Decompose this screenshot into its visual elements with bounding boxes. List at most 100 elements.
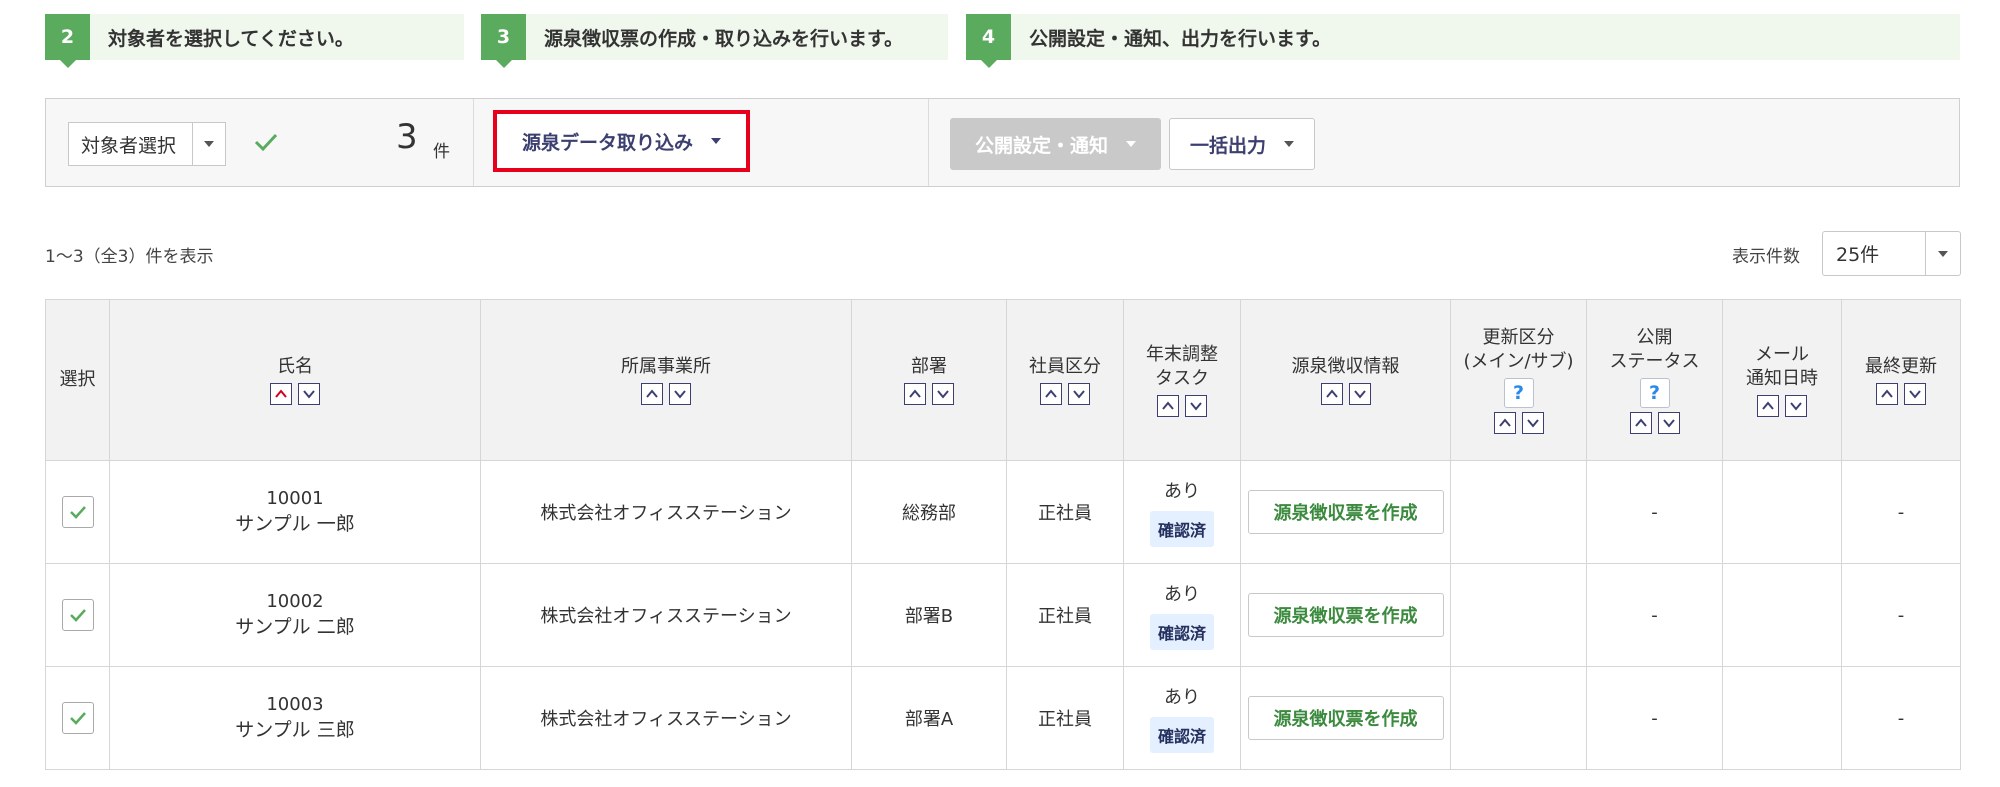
sort-desc-icon[interactable] [1068,383,1090,405]
employee-name: サンプル 三郎 [235,719,355,741]
sort-controls [1124,395,1240,417]
last-update-cell: - [1841,460,1961,564]
import-button-label: 源泉データ取り込み [521,131,693,154]
sort-desc-icon[interactable] [1521,412,1544,434]
sort-desc-icon[interactable] [1785,395,1807,417]
office-cell: 株式会社オフィスステーション [480,666,852,770]
sort-controls [1842,383,1960,405]
sort-controls [481,383,851,405]
per-page-select[interactable]: 25件 [1822,231,1961,276]
row-checkbox[interactable] [61,599,94,631]
public-status-cell: - [1586,563,1723,667]
step-label: 公開設定・通知、出力を行います。 [1029,27,1332,50]
select-cell [45,666,110,770]
chevron-down-icon[interactable] [192,123,225,165]
sort-controls [1241,383,1450,405]
create-withholding-button[interactable]: 源泉徴収票を作成 [1247,593,1444,637]
sort-asc-icon[interactable] [641,383,663,405]
create-withholding-button[interactable]: 源泉徴収票を作成 [1247,696,1444,740]
yearend-task-cell: あり 確認済 [1123,460,1241,564]
header-withholding: 源泉徴収情報 [1240,299,1451,461]
sort-asc-icon[interactable] [1493,412,1516,434]
emp-type-cell: 正社員 [1006,460,1124,564]
sort-desc-icon[interactable] [1348,383,1371,405]
update-type-cell [1450,666,1587,770]
office-cell: 株式会社オフィスステーション [480,563,852,667]
withholding-cell: 源泉徴収票を作成 [1240,460,1451,564]
header-update-type: 更新区分 (メイン/サブ) ? [1450,299,1587,461]
office-cell: 株式会社オフィスステーション [480,460,852,564]
name-cell: 10002 サンプル 二郎 [109,563,481,667]
table-header-row: 選択 氏名 所属事業所 部署 社員区分 年末調整 タスク 源泉徴収情報 更新区分… [45,299,1961,461]
task-status: あり [1164,584,1200,605]
chevron-down-icon [1126,141,1136,147]
name-cell: 10001 サンプル 一郎 [109,460,481,564]
result-range-text: 1〜3（全3）件を表示 [45,247,214,267]
employee-table: 選択 氏名 所属事業所 部署 社員区分 年末調整 タスク 源泉徴収情報 更新区分… [45,299,1961,770]
chevron-down-icon [1284,141,1294,147]
sort-asc-icon[interactable] [1157,395,1179,417]
sort-asc-icon[interactable] [1040,383,1062,405]
sort-asc-icon[interactable] [1320,383,1343,405]
employee-name: サンプル 一郎 [235,513,355,535]
step-4: 4 公開設定・通知、出力を行います。 [966,14,1960,68]
sort-controls [1587,412,1722,434]
sort-asc-icon[interactable] [1629,412,1652,434]
employee-id: 10002 [266,591,324,612]
per-page-label: 表示件数 [1732,247,1800,267]
sort-desc-icon[interactable] [1185,395,1207,417]
employee-id: 10001 [266,488,324,509]
sort-controls [110,383,480,405]
sort-controls [1451,412,1586,434]
name-cell: 10003 サンプル 三郎 [109,666,481,770]
sort-desc-icon[interactable] [669,383,691,405]
help-icon[interactable]: ? [1503,378,1534,408]
target-select-dropdown[interactable]: 対象者選択 [68,122,226,166]
header-name: 氏名 [109,299,481,461]
import-withholding-data-button[interactable]: 源泉データ取り込み [493,110,750,172]
select-cell [45,460,110,564]
public-status-cell: - [1586,460,1723,564]
help-icon[interactable]: ? [1639,378,1670,408]
publish-notify-button[interactable]: 公開設定・通知 [950,118,1161,170]
table-row: 10003 サンプル 三郎 株式会社オフィスステーション 部署A 正社員 あり … [45,666,1961,770]
sort-desc-icon[interactable] [932,383,954,405]
sort-desc-icon[interactable] [1657,412,1680,434]
checkmark-icon [69,712,86,725]
checkmark-icon [69,506,86,519]
table-row: 10002 サンプル 二郎 株式会社オフィスステーション 部署B 正社員 あり … [45,563,1961,667]
step-3: 3 源泉徴収票の作成・取り込みを行います。 [481,14,948,68]
step-label: 源泉徴収票の作成・取り込みを行います。 [544,27,904,50]
mail-date-cell [1722,666,1842,770]
yearend-task-cell: あり 確認済 [1123,666,1241,770]
dept-cell: 総務部 [851,460,1007,564]
sort-asc-icon[interactable] [270,383,292,405]
header-emp-type: 社員区分 [1006,299,1124,461]
emp-type-cell: 正社員 [1006,563,1124,667]
row-checkbox[interactable] [61,702,94,734]
bulk-export-button[interactable]: 一括出力 [1169,118,1315,170]
sort-desc-icon[interactable] [298,383,320,405]
row-checkbox[interactable] [61,496,94,528]
sort-desc-icon[interactable] [1904,383,1926,405]
last-update-cell: - [1841,563,1961,667]
publish-button-label: 公開設定・通知 [974,134,1108,157]
mail-date-cell [1722,460,1842,564]
checkmark-icon [69,609,86,622]
sort-asc-icon[interactable] [1757,395,1779,417]
header-last-update: 最終更新 [1841,299,1961,461]
sort-asc-icon[interactable] [1876,383,1898,405]
task-status: あり [1164,481,1200,502]
toolbar-divider [473,99,474,186]
table-row: 10001 サンプル 一郎 株式会社オフィスステーション 総務部 正社員 あり … [45,460,1961,564]
step-number: 4 [966,14,1011,68]
status-badge: 確認済 [1149,614,1214,650]
create-withholding-button[interactable]: 源泉徴収票を作成 [1247,490,1444,534]
action-toolbar: 対象者選択 3 件 源泉データ取り込み 公開設定・通知 一括出力 [45,98,1960,187]
per-page-value: 25件 [1836,244,1880,266]
select-cell [45,563,110,667]
withholding-cell: 源泉徴収票を作成 [1240,666,1451,770]
chevron-down-icon[interactable] [1925,232,1960,275]
chevron-down-icon [711,138,721,144]
sort-asc-icon[interactable] [904,383,926,405]
